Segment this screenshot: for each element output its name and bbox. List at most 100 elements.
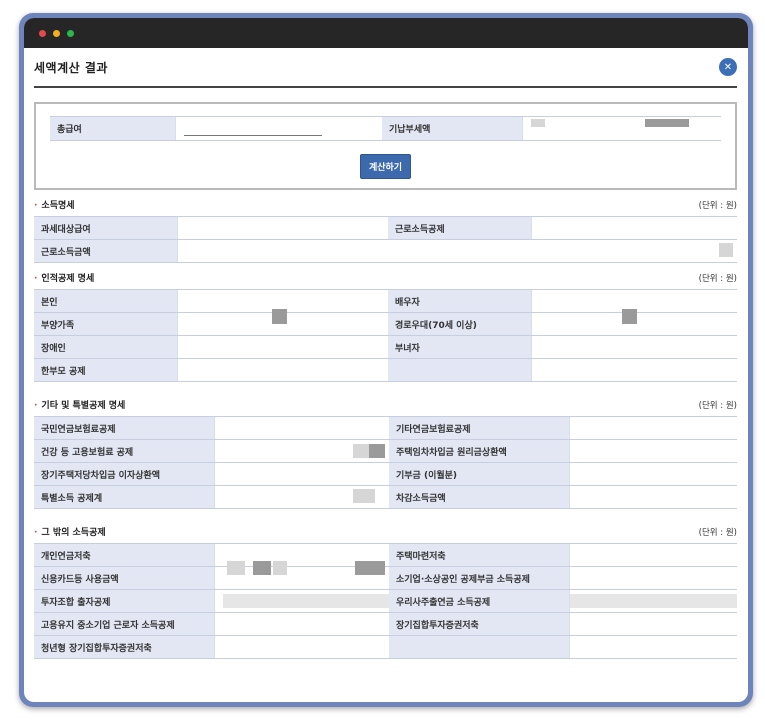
taxable-salary-label: 과세대상급여 xyxy=(34,217,177,239)
empty-value xyxy=(569,636,737,658)
single-parent-label: 한부모 공제 xyxy=(34,359,177,381)
close-dot-icon[interactable] xyxy=(39,29,46,37)
redacted-block xyxy=(227,561,245,575)
dependents-label: 부양가족 xyxy=(34,313,177,335)
popup-header: 세액계산 결과 ✕ xyxy=(34,48,737,88)
mortgage-interest-label: 장기주택저당차입금 이자상환액 xyxy=(34,463,214,485)
redacted-block xyxy=(531,119,545,127)
net-income-value xyxy=(569,486,737,508)
employment-retention-label: 고용유지 중소기업 근로자 소득공제 xyxy=(34,613,214,635)
health-insurance-value xyxy=(214,440,389,462)
long-term-fund-value xyxy=(569,613,737,635)
housing-savings-value xyxy=(569,544,737,566)
window-frame: 세액계산 결과 ✕ 총급여 기납부세액 계산하기 · 소득명세 (단위: 원)… xyxy=(19,13,753,707)
total-salary-label: 총급여 xyxy=(50,117,175,140)
housing-loan-value xyxy=(569,440,737,462)
table-row: 건강 등 고용보험료 공제 주택임차차입금 원리금상환액 xyxy=(34,440,737,463)
table-row: 투자조합 출자공제 우리사주출연금 소득공제 xyxy=(34,590,737,613)
table-row: 국민연금보험료공제 기타연금보험료공제 xyxy=(34,417,737,440)
redacted-block xyxy=(272,309,287,324)
redacted-block xyxy=(719,243,733,257)
redacted-block xyxy=(355,561,385,575)
earned-income-amount-label: 근로소득금액 xyxy=(34,240,177,262)
credit-card-value xyxy=(214,561,389,589)
maximize-dot-icon[interactable] xyxy=(67,29,74,37)
taxable-salary-value xyxy=(177,217,388,239)
credit-card-label: 신용카드등 사용금액 xyxy=(34,567,214,589)
self-label: 본인 xyxy=(34,290,177,312)
income-unit: (단위 : 원) xyxy=(698,201,737,211)
title-bar xyxy=(24,18,748,48)
redacted-block xyxy=(273,561,287,575)
table-row: 과세대상급여 근로소득공제 xyxy=(34,217,737,240)
investment-union-label: 투자조합 출자공제 xyxy=(34,590,214,612)
senior-value xyxy=(531,309,737,335)
table-row: 근로소득금액 xyxy=(34,240,737,263)
empty-label xyxy=(389,636,569,658)
other-pension-label: 기타연금보험료공제 xyxy=(389,417,569,439)
calc-box: 총급여 기납부세액 계산하기 xyxy=(34,102,737,190)
redacted-block xyxy=(353,444,369,458)
empty-label xyxy=(388,359,531,381)
popup-window: 세액계산 결과 ✕ 총급여 기납부세액 계산하기 · 소득명세 (단위: 원)… xyxy=(24,18,748,702)
dependents-value xyxy=(177,309,388,335)
housing-loan-label: 주택임차차입금 원리금상환액 xyxy=(389,440,569,462)
female-householder-label: 부녀자 xyxy=(388,336,531,358)
table-row: 개인연금저축 주택마련저축 xyxy=(34,544,737,567)
net-income-label: 차감소득금액 xyxy=(389,486,569,508)
earned-income-deduction-label: 근로소득공제 xyxy=(388,217,531,239)
personal-section-header: · 인적공제 명세 (단위 : 원) xyxy=(34,274,737,284)
redacted-strip xyxy=(223,594,389,608)
other-pension-value xyxy=(569,417,737,439)
table-row: 고용유지 중소기업 근로자 소득공제 장기집합투자증권저축 xyxy=(34,613,737,636)
small-business-value xyxy=(569,567,737,589)
empty-value xyxy=(531,359,737,381)
special-deduction-total-value xyxy=(214,486,389,508)
mortgage-interest-value xyxy=(214,463,389,485)
donation-value xyxy=(569,463,737,485)
personal-section-title: 인적공제 명세 xyxy=(41,274,95,284)
total-salary-input[interactable] xyxy=(175,117,382,140)
redacted-block xyxy=(645,119,689,127)
national-pension-value xyxy=(214,417,389,439)
youth-fund-label: 청년형 장기집합투자증권저축 xyxy=(34,636,214,658)
donation-label: 기부금 (이월분) xyxy=(389,463,569,485)
table-row: 한부모 공제 xyxy=(34,359,737,382)
extra-unit: (단위 : 원) xyxy=(698,528,737,538)
calculate-button[interactable]: 계산하기 xyxy=(359,154,412,179)
redacted-block xyxy=(353,489,375,503)
health-insurance-label: 건강 등 고용보험료 공제 xyxy=(34,440,214,462)
close-icon[interactable]: ✕ xyxy=(719,58,737,76)
table-row: 장기주택저당차입금 이자상환액 기부금 (이월분) xyxy=(34,463,737,486)
employment-retention-value xyxy=(214,613,389,635)
income-section-header: · 소득명세 (단위 : 원) xyxy=(34,201,737,211)
total-salary-underline xyxy=(184,135,322,136)
redacted-block xyxy=(253,561,271,575)
table-row: 특별소득 공제계 차감소득금액 xyxy=(34,486,737,509)
small-business-label: 소기업·소상공인 공제부금 소득공제 xyxy=(389,567,569,589)
investment-union-value xyxy=(214,590,389,612)
disabled-value xyxy=(177,336,388,358)
single-parent-value xyxy=(177,359,388,381)
other-section-header: · 기타 및 특별공제 명세 (단위 : 원) xyxy=(34,401,737,411)
paid-tax-input[interactable] xyxy=(522,117,718,140)
page-title: 세액계산 결과 xyxy=(34,60,108,75)
long-term-fund-label: 장기집합투자증권저축 xyxy=(389,613,569,635)
table-row: 청년형 장기집합투자증권저축 xyxy=(34,636,737,659)
senior-label: 경로우대(70세 이상) xyxy=(388,313,531,335)
earned-income-amount-value xyxy=(177,240,737,262)
table-row: 신용카드등 사용금액 소기업·소상공인 공제부금 소득공제 xyxy=(34,561,737,590)
personal-table: 본인 배우자 부양가족 경로우대(70세 이상) 장애인 부녀자 한부모 공제 xyxy=(34,289,737,382)
housing-savings-label: 주택마련저축 xyxy=(389,544,569,566)
table-row: 부양가족 경로우대(70세 이상) xyxy=(34,309,737,336)
income-section-title: 소득명세 xyxy=(41,201,75,211)
disabled-label: 장애인 xyxy=(34,336,177,358)
minimize-dot-icon[interactable] xyxy=(53,29,60,37)
national-pension-label: 국민연금보험료공제 xyxy=(34,417,214,439)
table-row: 장애인 부녀자 xyxy=(34,336,737,359)
special-deduction-total-label: 특별소득 공제계 xyxy=(34,486,214,508)
female-householder-value xyxy=(531,336,737,358)
other-section-title: 기타 및 특별공제 명세 xyxy=(41,401,126,411)
redacted-block xyxy=(622,309,637,324)
extra-table: 개인연금저축 주택마련저축 신용카드등 사용금액 소기업·소상공인 공제부금 소… xyxy=(34,543,737,659)
